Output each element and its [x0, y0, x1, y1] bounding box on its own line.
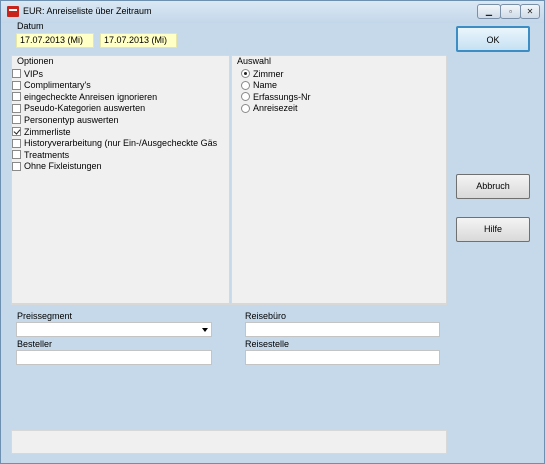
option-checkbox-row[interactable]: Pseudo-Kategorien auswerten: [12, 103, 145, 114]
auswahl-radio-row[interactable]: Name: [241, 80, 277, 91]
radio-icon[interactable]: [241, 80, 250, 90]
option-checkbox-row[interactable]: VIPs: [12, 68, 43, 79]
checkbox-icon[interactable]: [12, 138, 21, 148]
chevron-down-icon[interactable]: [202, 328, 208, 332]
reisebuero-input[interactable]: [245, 322, 440, 337]
option-label: Historyverarbeitung (nur Ein-/Ausgecheck…: [24, 138, 218, 149]
auswahl-radio-row[interactable]: Anreisezeit: [241, 103, 298, 114]
checkbox-icon[interactable]: [12, 115, 21, 125]
besteller-input[interactable]: [16, 350, 212, 365]
window-title: EUR: Anreiseliste über Zeitraum: [23, 6, 152, 16]
checkbox-icon[interactable]: [12, 150, 21, 160]
checkbox-icon[interactable]: [12, 92, 21, 102]
option-checkbox-row[interactable]: Historyverarbeitung (nur Ein-/Ausgecheck…: [12, 138, 217, 149]
option-label: Pseudo-Kategorien auswerten: [24, 103, 146, 114]
option-checkbox-row[interactable]: Zimmerliste: [12, 126, 71, 137]
option-label: Treatments: [24, 149, 70, 160]
option-checkbox-row[interactable]: Complimentary's: [12, 80, 91, 91]
option-label: Personentyp auswerten: [24, 114, 119, 125]
option-checkbox-row[interactable]: eingecheckte Anreisen ignorieren: [12, 91, 157, 102]
besteller-label: Besteller: [17, 339, 53, 349]
status-bar: [11, 430, 447, 454]
checkbox-checked-icon[interactable]: [12, 127, 21, 136]
datum-label: Datum: [17, 21, 44, 31]
section-divider: [11, 304, 447, 305]
auswahl-option-label: Anreisezeit: [253, 103, 298, 114]
auswahl-label: Auswahl: [237, 56, 272, 66]
preissegment-label: Preissegment: [17, 311, 73, 321]
title-bar[interactable]: EUR: Anreiseliste über Zeitraum ▁ ▫ ✕: [1, 1, 544, 23]
option-checkbox-row[interactable]: Ohne Fixleistungen: [12, 161, 102, 172]
radio-icon[interactable]: [241, 103, 250, 113]
help-button[interactable]: Hilfe: [456, 217, 530, 242]
checkbox-icon[interactable]: [12, 80, 21, 90]
checkbox-icon[interactable]: [12, 161, 21, 171]
option-checkbox-row[interactable]: Personentyp auswerten: [12, 114, 119, 125]
reisestelle-label: Reisestelle: [245, 339, 290, 349]
option-label: eingecheckte Anreisen ignorieren: [24, 91, 158, 102]
app-icon: [7, 6, 19, 17]
auswahl-radio-row[interactable]: Zimmer: [241, 68, 284, 79]
option-label: Zimmerliste: [24, 126, 71, 137]
option-checkbox-row[interactable]: Treatments: [12, 149, 69, 160]
checkbox-icon[interactable]: [12, 103, 21, 113]
option-label: Complimentary's: [24, 80, 91, 91]
cancel-button[interactable]: Abbruch: [456, 174, 530, 199]
preissegment-select[interactable]: [16, 322, 212, 337]
option-label: VIPs: [24, 68, 44, 79]
ok-button[interactable]: OK: [456, 26, 530, 52]
auswahl-option-label: Erfassungs-Nr: [253, 91, 311, 102]
reisebuero-label: Reisebüro: [245, 311, 287, 321]
auswahl-option-label: Zimmer: [253, 68, 284, 79]
radio-selected-icon[interactable]: [241, 69, 250, 78]
option-label: Ohne Fixleistungen: [24, 161, 102, 172]
auswahl-option-label: Name: [253, 80, 278, 91]
date-from-field[interactable]: 17.07.2013 (Mi): [16, 33, 94, 48]
maximize-button[interactable]: ▫: [500, 4, 521, 19]
auswahl-radio-row[interactable]: Erfassungs-Nr: [241, 91, 311, 102]
radio-icon[interactable]: [241, 92, 250, 102]
close-button[interactable]: ✕: [520, 4, 540, 19]
optionen-label: Optionen: [17, 56, 54, 66]
reisestelle-input[interactable]: [245, 350, 440, 365]
date-to-field[interactable]: 17.07.2013 (Mi): [100, 33, 177, 48]
checkbox-icon[interactable]: [12, 69, 21, 78]
minimize-button[interactable]: ▁: [477, 4, 501, 19]
